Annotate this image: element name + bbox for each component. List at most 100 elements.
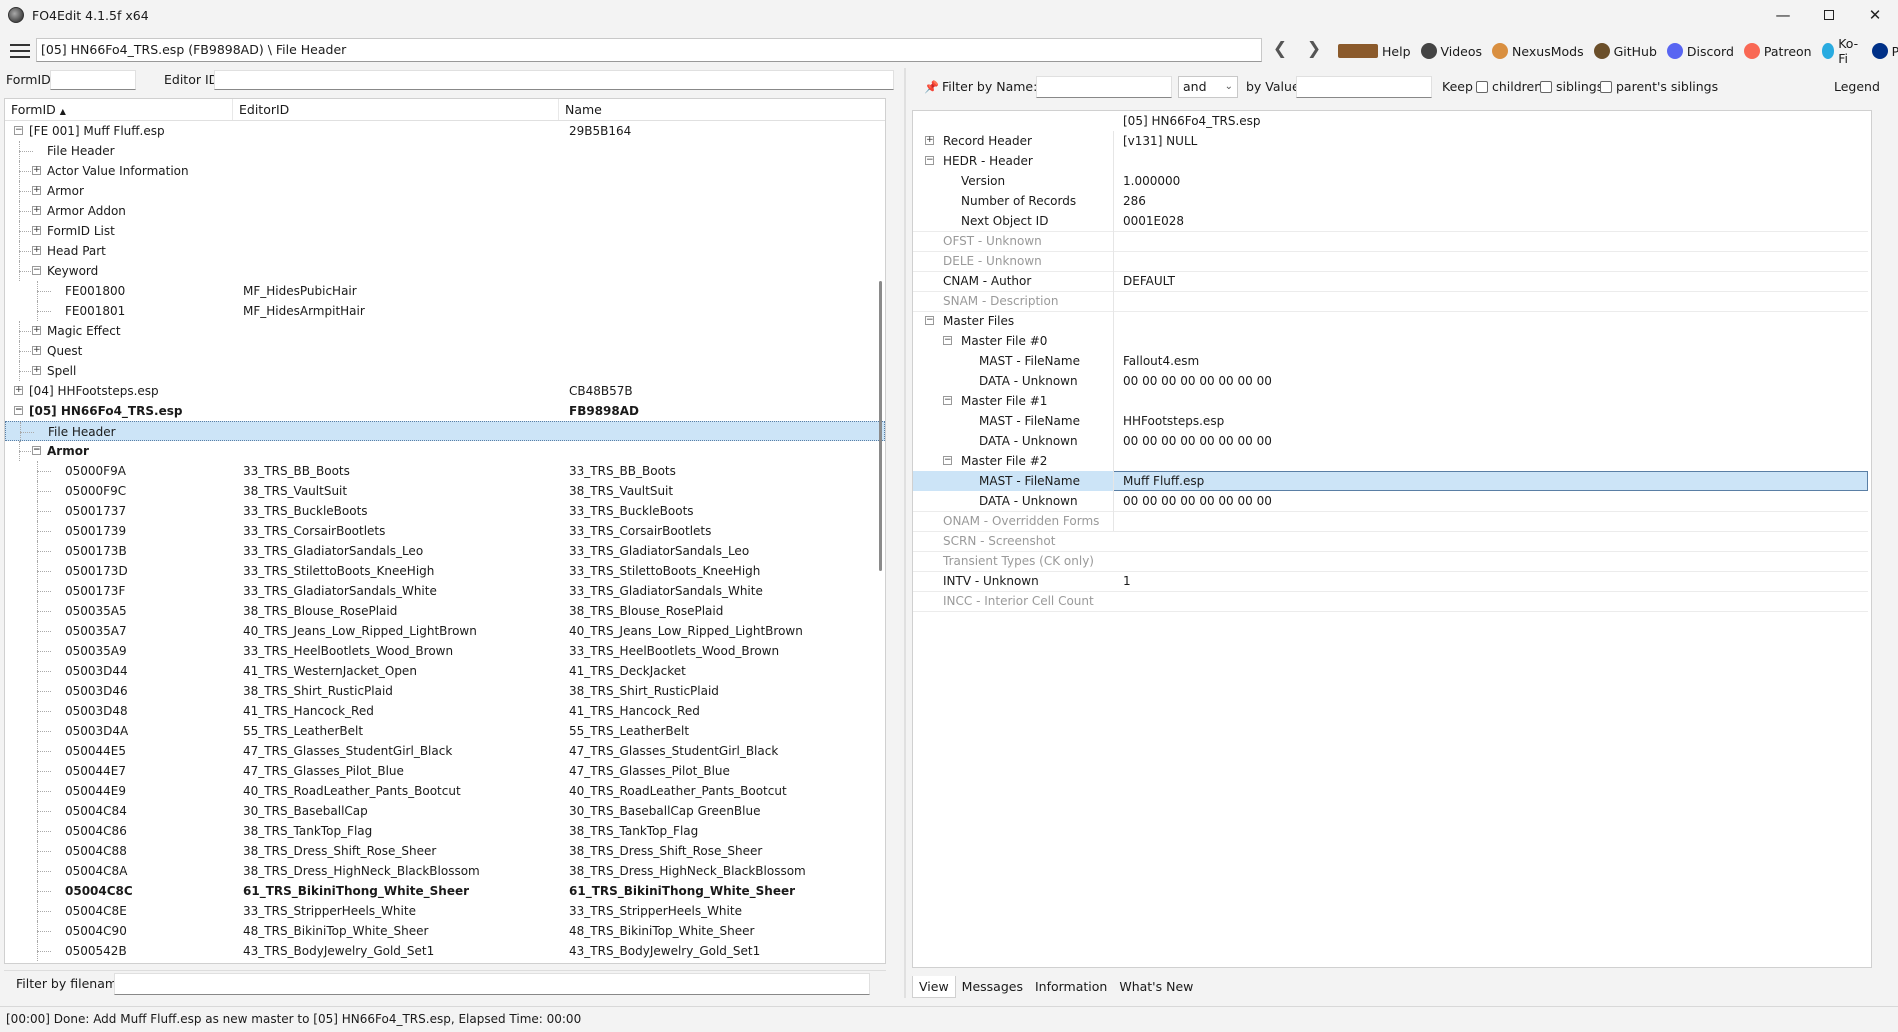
forward-button[interactable]: ❯ — [1302, 38, 1326, 62]
record-field-row[interactable]: Version 1.000000 — [913, 171, 1871, 191]
tree-row[interactable]: 0500173B 33_TRS_GladiatorSandals_Leo 33_TR… — [5, 541, 885, 561]
tree-row[interactable]: 05003D46 38_TRS_Shirt_RusticPlaid 38_TRS_S… — [5, 681, 885, 701]
record-field-row[interactable]: − Master File #1 — [913, 391, 1871, 411]
record-field-row[interactable]: − Master Files — [913, 311, 1871, 331]
tree-row[interactable]: 050044E5 47_TRS_Glasses_StudentGirl_Black… — [5, 741, 885, 761]
tree-row[interactable]: 050044E9 40_TRS_RoadLeather_Pants_Bootcut… — [5, 781, 885, 801]
tree-row[interactable]: + FormID List — [5, 221, 885, 241]
tree-row[interactable]: − [FE 001] Muff Fluff.esp 29B5B164 — [5, 121, 885, 141]
tree-row[interactable]: + Head Part — [5, 241, 885, 261]
tree-row[interactable]: 05003D48 41_TRS_Hancock_Red 41_TRS_Hancock… — [5, 701, 885, 721]
parents-siblings-checkbox[interactable] — [1600, 81, 1612, 93]
back-button[interactable]: ❮ — [1268, 38, 1292, 62]
tree-row[interactable]: 05004C84 30_TRS_BaseballCap 30_TRS_Basebal… — [5, 801, 885, 821]
tree-row[interactable]: 05004C8A 38_TRS_Dress_HighNeck_BlackBloss… — [5, 861, 885, 881]
record-field-row[interactable]: DELE - Unknown — [913, 251, 1871, 271]
record-field-row[interactable]: + Record Header [v131] NULL — [913, 131, 1871, 151]
filter-value-input[interactable] — [1296, 76, 1432, 98]
tree-row[interactable]: 05001737 33_TRS_BuckleBoots 33_TRS_BuckleB… — [5, 501, 885, 521]
link-github[interactable]: GitHub — [1593, 43, 1657, 59]
record-field-row[interactable]: Number of Records 286 — [913, 191, 1871, 211]
tree-row[interactable]: + Magic Effect — [5, 321, 885, 341]
tree-row[interactable]: 050044E7 47_TRS_Glasses_Pilot_Blue 47_TRS_… — [5, 761, 885, 781]
children-checkbox[interactable] — [1476, 81, 1488, 93]
record-field-row[interactable]: DATA - Unknown 00 00 00 00 00 00 00 00 — [913, 491, 1871, 511]
tree-row[interactable]: 05004C90 48_TRS_BikiniTop_White_Sheer 48_T… — [5, 921, 885, 941]
record-path-field[interactable]: [05] HN66Fo4_TRS.esp (FB9898AD) \ File H… — [36, 38, 1262, 62]
link-kofi[interactable]: Ko-Fi — [1821, 36, 1862, 66]
record-tree[interactable]: FormID ▲ EditorID Name − [FE 001] Muff Fl… — [4, 98, 886, 964]
pane-splitter[interactable] — [904, 68, 906, 998]
tree-row[interactable]: − Keyword — [5, 261, 885, 281]
tree-row[interactable]: + Actor Value Information — [5, 161, 885, 181]
tree-row[interactable]: 05001739 33_TRS_CorsairBootlets 33_TRS_Cor… — [5, 521, 885, 541]
tree-row[interactable]: 05000F9A 33_TRS_BB_Boots 33_TRS_BB_Boots — [5, 461, 885, 481]
collapse-icon[interactable]: − — [32, 446, 41, 455]
record-field-row[interactable]: Next Object ID 0001E028 — [913, 211, 1871, 231]
expand-icon[interactable]: + — [32, 186, 41, 195]
collapse-icon[interactable]: − — [943, 336, 952, 345]
link-paypal[interactable]: PayPal — [1871, 43, 1898, 59]
record-field-row[interactable]: INTV - Unknown 1 — [913, 571, 1871, 591]
siblings-checkbox[interactable] — [1540, 81, 1552, 93]
expand-icon[interactable]: + — [32, 366, 41, 375]
column-header-name[interactable]: Name — [559, 99, 875, 120]
expand-icon[interactable]: + — [32, 346, 41, 355]
scroll-thumb[interactable] — [879, 281, 882, 571]
tree-row[interactable]: 05000F9C 38_TRS_VaultSuit 38_TRS_VaultSuit — [5, 481, 885, 501]
expand-icon[interactable]: + — [32, 246, 41, 255]
collapse-icon[interactable]: − — [14, 126, 23, 135]
tree-row[interactable]: + Quest — [5, 341, 885, 361]
tree-row[interactable]: 0500542B 43_TRS_BodyJewelry_Gold_Set1 43_T… — [5, 941, 885, 961]
tree-row[interactable]: − Armor — [5, 441, 885, 461]
record-field-row[interactable]: CNAM - Author DEFAULT — [913, 271, 1871, 291]
tree-row[interactable]: 05004C8E 33_TRS_StripperHeels_White 33_TRS… — [5, 901, 885, 921]
expand-icon[interactable]: + — [32, 166, 41, 175]
column-header-editorid[interactable]: EditorID — [233, 99, 559, 120]
tree-row[interactable]: File Header — [5, 141, 885, 161]
tree-row[interactable]: 050035A7 40_TRS_Jeans_Low_Ripped_LightBro… — [5, 621, 885, 641]
record-field-row[interactable]: − HEDR - Header — [913, 151, 1871, 171]
tree-row[interactable]: 050035A9 33_TRS_HeelBootlets_Wood_Brown 33… — [5, 641, 885, 661]
tree-row[interactable]: 0500173D 33_TRS_StilettoBoots_KneeHigh 33_… — [5, 561, 885, 581]
expand-icon[interactable]: + — [32, 226, 41, 235]
pin-icon[interactable]: 📌 — [924, 80, 939, 94]
tree-row[interactable]: + Spell — [5, 361, 885, 381]
tree-row[interactable]: + [04] HHFootsteps.esp CB48B57B — [5, 381, 885, 401]
close-button[interactable]: ✕ — [1852, 0, 1898, 30]
expand-icon[interactable]: + — [32, 206, 41, 215]
tab-information[interactable]: Information — [1029, 976, 1113, 998]
tree-row[interactable]: + Armor Addon — [5, 201, 885, 221]
record-field-row[interactable]: DATA - Unknown 00 00 00 00 00 00 00 00 — [913, 431, 1871, 451]
column-header-formid[interactable]: FormID ▲ — [5, 99, 233, 120]
collapse-icon[interactable]: − — [943, 396, 952, 405]
formid-input[interactable] — [50, 70, 136, 90]
tab-view[interactable]: View — [912, 976, 956, 998]
tree-scrollbar[interactable] — [875, 121, 885, 963]
tree-row[interactable]: 05003D44 41_TRS_WesternJacket_Open 41_TRS_… — [5, 661, 885, 681]
record-field-row[interactable]: Transient Types (CK only) — [913, 551, 1871, 571]
record-field-row[interactable]: − Master File #0 — [913, 331, 1871, 351]
link-videos[interactable]: Videos — [1420, 43, 1482, 59]
tree-row[interactable]: − [05] HN66Fo4_TRS.esp FB9898AD — [5, 401, 885, 421]
expand-icon[interactable]: + — [14, 386, 23, 395]
link-patreon[interactable]: Patreon — [1743, 43, 1812, 59]
minimize-button[interactable]: — — [1760, 0, 1806, 30]
record-field-row[interactable]: MAST - FileName Fallout4.esm — [913, 351, 1871, 371]
tree-row[interactable]: 05004C86 38_TRS_TankTop_Flag 38_TRS_TankTo… — [5, 821, 885, 841]
collapse-icon[interactable]: − — [943, 456, 952, 465]
record-field-row[interactable]: SNAM - Description — [913, 291, 1871, 311]
record-field-row[interactable]: − Master File #2 — [913, 451, 1871, 471]
link-nexusmods[interactable]: NexusMods — [1492, 43, 1584, 59]
collapse-icon[interactable]: − — [14, 406, 23, 415]
collapse-icon[interactable]: − — [925, 156, 934, 165]
link-help[interactable]: Help — [1338, 44, 1411, 59]
record-field-row[interactable]: DATA - Unknown 00 00 00 00 00 00 00 00 — [913, 371, 1871, 391]
tree-row[interactable]: 0500173F 33_TRS_GladiatorSandals_White 33_… — [5, 581, 885, 601]
tree-row[interactable]: FE001800 MF_HidesPubicHair — [5, 281, 885, 301]
tree-row[interactable]: + Armor — [5, 181, 885, 201]
tab-messages[interactable]: Messages — [956, 976, 1029, 998]
legend-button[interactable]: Legend — [1834, 79, 1880, 94]
record-field-row[interactable]: INCC - Interior Cell Count — [913, 591, 1871, 611]
tree-row[interactable]: 05003D4A 55_TRS_LeatherBelt 55_TRS_Leather… — [5, 721, 885, 741]
